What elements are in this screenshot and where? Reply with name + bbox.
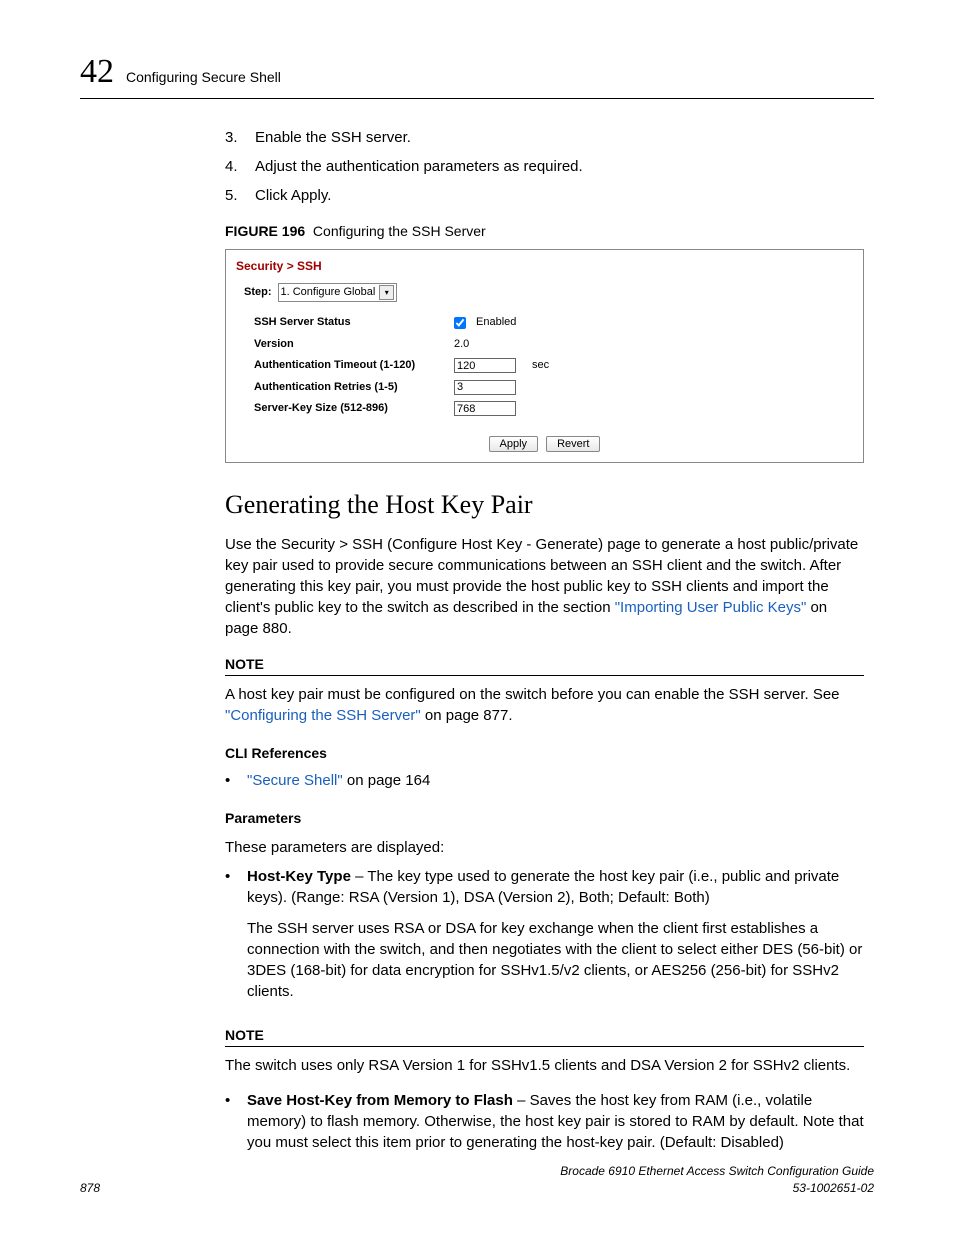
screenshot-panel: Security > SSH Step: 1. Configure Global… <box>225 249 864 463</box>
list-item: • Host-Key Type – The key type used to g… <box>225 866 864 1010</box>
text: on page 164 <box>343 772 431 789</box>
checkbox-label: Enabled <box>476 315 516 330</box>
step-item: 5. Click Apply. <box>225 185 864 206</box>
text: on page 877. <box>421 707 513 724</box>
list-item: • Save Host-Key from Memory to Flash – S… <box>225 1090 864 1153</box>
bullet-icon: • <box>225 770 233 791</box>
step-item: 3. Enable the SSH server. <box>225 127 864 148</box>
bullet-icon: • <box>225 866 233 1010</box>
retries-input[interactable] <box>454 380 516 395</box>
param-name: Save Host-Key from Memory to Flash <box>247 1092 513 1109</box>
footer-title: Brocade 6910 Ethernet Access Switch Conf… <box>560 1164 874 1178</box>
step-number: 5. <box>225 185 243 206</box>
list-item: • "Secure Shell" on page 164 <box>225 770 864 791</box>
section-heading: Generating the Host Key Pair <box>225 487 864 523</box>
field-label: Authentication Retries (1-5) <box>254 380 454 395</box>
step-dropdown[interactable]: 1. Configure Global ▾ <box>278 283 398 302</box>
paragraph: The SSH server uses RSA or DSA for key e… <box>247 918 864 1002</box>
figure-label: FIGURE 196 <box>225 223 305 239</box>
step-number: 4. <box>225 156 243 177</box>
bullet-icon: • <box>225 1090 233 1153</box>
step-label: Step: <box>244 285 272 300</box>
note-heading: NOTE <box>225 1026 864 1048</box>
step-text: Enable the SSH server. <box>255 127 411 148</box>
field-label: Authentication Timeout (1-120) <box>254 358 454 373</box>
note-heading: NOTE <box>225 655 864 677</box>
timeout-input[interactable] <box>454 358 516 373</box>
page-header: 42 Configuring Secure Shell <box>80 48 874 99</box>
step-text: Adjust the authentication parameters as … <box>255 156 583 177</box>
subheading: CLI References <box>225 744 864 764</box>
footer-docno: 53-1002651-02 <box>793 1181 874 1195</box>
field-label: SSH Server Status <box>254 315 454 330</box>
revert-button[interactable]: Revert <box>546 436 600 452</box>
paragraph: These parameters are displayed: <box>225 837 864 858</box>
page-number: 878 <box>80 1180 100 1197</box>
chapter-number: 42 <box>80 48 114 96</box>
step-number: 3. <box>225 127 243 148</box>
unit-label: sec <box>532 358 549 373</box>
version-value: 2.0 <box>454 337 469 352</box>
param-name: Host-Key Type <box>247 868 351 885</box>
figure-title: Configuring the SSH Server <box>313 223 486 239</box>
step-text: Click Apply. <box>255 185 331 206</box>
page-footer: 878 Brocade 6910 Ethernet Access Switch … <box>80 1163 874 1197</box>
field-label: Server-Key Size (512-896) <box>254 401 454 416</box>
link-secure-shell[interactable]: "Secure Shell" <box>247 772 343 789</box>
breadcrumb: Security > SSH <box>226 250 863 283</box>
chevron-down-icon: ▾ <box>379 285 394 300</box>
field-label: Version <box>254 337 454 352</box>
link-config-ssh[interactable]: "Configuring the SSH Server" <box>225 707 421 724</box>
dropdown-value: 1. Configure Global <box>281 285 376 300</box>
note-text: A host key pair must be configured on th… <box>225 684 864 726</box>
chapter-title: Configuring Secure Shell <box>126 68 281 88</box>
keysize-input[interactable] <box>454 401 516 416</box>
text: A host key pair must be configured on th… <box>225 686 840 703</box>
enabled-checkbox[interactable] <box>454 317 466 329</box>
apply-button[interactable]: Apply <box>489 436 539 452</box>
subheading: Parameters <box>225 809 864 829</box>
link-importing-keys[interactable]: "Importing User Public Keys" <box>615 599 807 616</box>
step-item: 4. Adjust the authentication parameters … <box>225 156 864 177</box>
paragraph: Use the Security > SSH (Configure Host K… <box>225 534 864 639</box>
note-text: The switch uses only RSA Version 1 for S… <box>225 1055 864 1076</box>
figure-caption: FIGURE 196 Configuring the SSH Server <box>225 222 864 242</box>
